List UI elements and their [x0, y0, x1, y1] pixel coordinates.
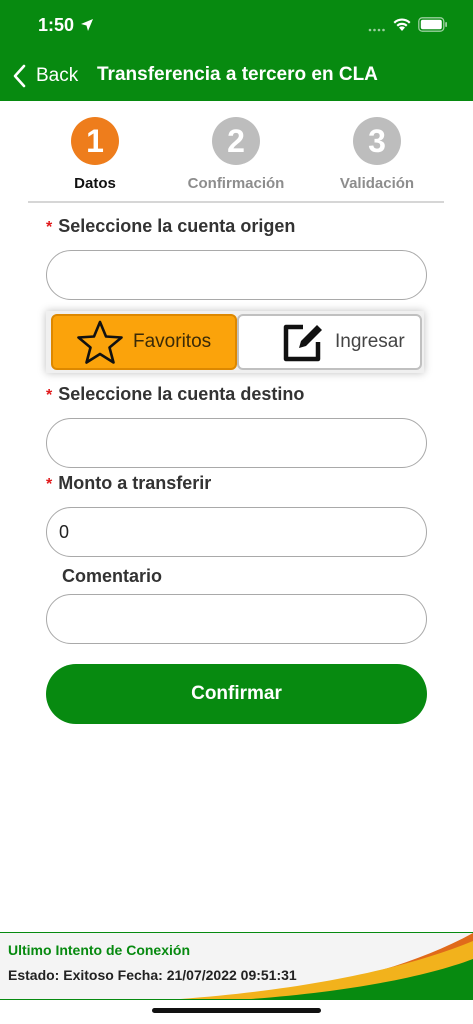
destination-account-input[interactable]	[46, 418, 427, 468]
confirm-button[interactable]: Confirmar	[46, 664, 427, 724]
back-label: Back	[36, 65, 79, 86]
step-label: Datos	[74, 175, 116, 192]
destination-mode-selector: Favoritos Ingresar	[46, 311, 424, 373]
chevron-left-icon	[13, 64, 26, 88]
favorites-button[interactable]: Favoritos	[51, 314, 237, 370]
connection-status-banner: Ultimo Intento de Conexión Estado: Exito…	[0, 932, 473, 1000]
enter-label: Ingresar	[335, 331, 405, 352]
home-indicator[interactable]	[152, 1008, 321, 1013]
wifi-icon	[393, 18, 411, 31]
destination-label-text: Seleccione la cuenta destino	[58, 384, 305, 404]
destination-account-label: * Seleccione la cuenta destino	[46, 384, 304, 405]
origin-account-label: * Seleccione la cuenta origen	[46, 216, 295, 237]
amount-label-text: Monto a transferir	[58, 473, 212, 493]
step-datos: 1 Datos	[30, 113, 160, 192]
step-validacion: 3 Validación	[312, 113, 442, 192]
comment-input[interactable]	[46, 594, 427, 644]
origin-label-text: Seleccione la cuenta origen	[58, 216, 296, 236]
comment-label: Comentario	[62, 566, 162, 587]
required-mark: *	[46, 387, 53, 404]
star-icon	[77, 320, 123, 364]
cellular-signal-icon	[368, 28, 385, 32]
navigation-bar: Back Transferencia a tercero en CLA	[0, 50, 473, 101]
back-button[interactable]: Back	[12, 62, 78, 90]
amount-label: * Monto a transferir	[46, 473, 211, 494]
required-mark: *	[46, 219, 53, 236]
status-time: 1:50	[38, 15, 75, 35]
comment-label-text: Comentario	[62, 566, 163, 586]
last-connection-title: Ultimo Intento de Conexión	[8, 942, 190, 958]
edit-icon	[283, 324, 322, 362]
step-number: 3	[353, 117, 401, 165]
last-connection-status: Estado: Exitoso Fecha: 21/07/2022 09:51:…	[8, 967, 297, 983]
step-number: 1	[71, 117, 119, 165]
favorites-label: Favoritos	[133, 331, 212, 352]
required-mark: *	[46, 476, 53, 493]
step-confirmacion: 2 Confirmación	[171, 113, 301, 192]
page-title: Transferencia a tercero en CLA	[97, 64, 378, 85]
app-header: 1:50 Back Transferencia a tercero en CLA	[0, 0, 473, 101]
enter-account-button[interactable]: Ingresar	[237, 314, 422, 370]
step-label: Confirmación	[187, 175, 285, 192]
battery-icon	[418, 17, 447, 32]
amount-input[interactable]	[46, 507, 427, 557]
step-number: 2	[212, 117, 260, 165]
origin-account-input[interactable]	[46, 250, 427, 300]
location-arrow-icon	[81, 19, 93, 31]
progress-stepper: 1 Datos 2 Confirmación 3 Validación	[28, 113, 444, 203]
status-bar: 1:50	[0, 0, 473, 50]
step-label: Validación	[339, 175, 415, 192]
